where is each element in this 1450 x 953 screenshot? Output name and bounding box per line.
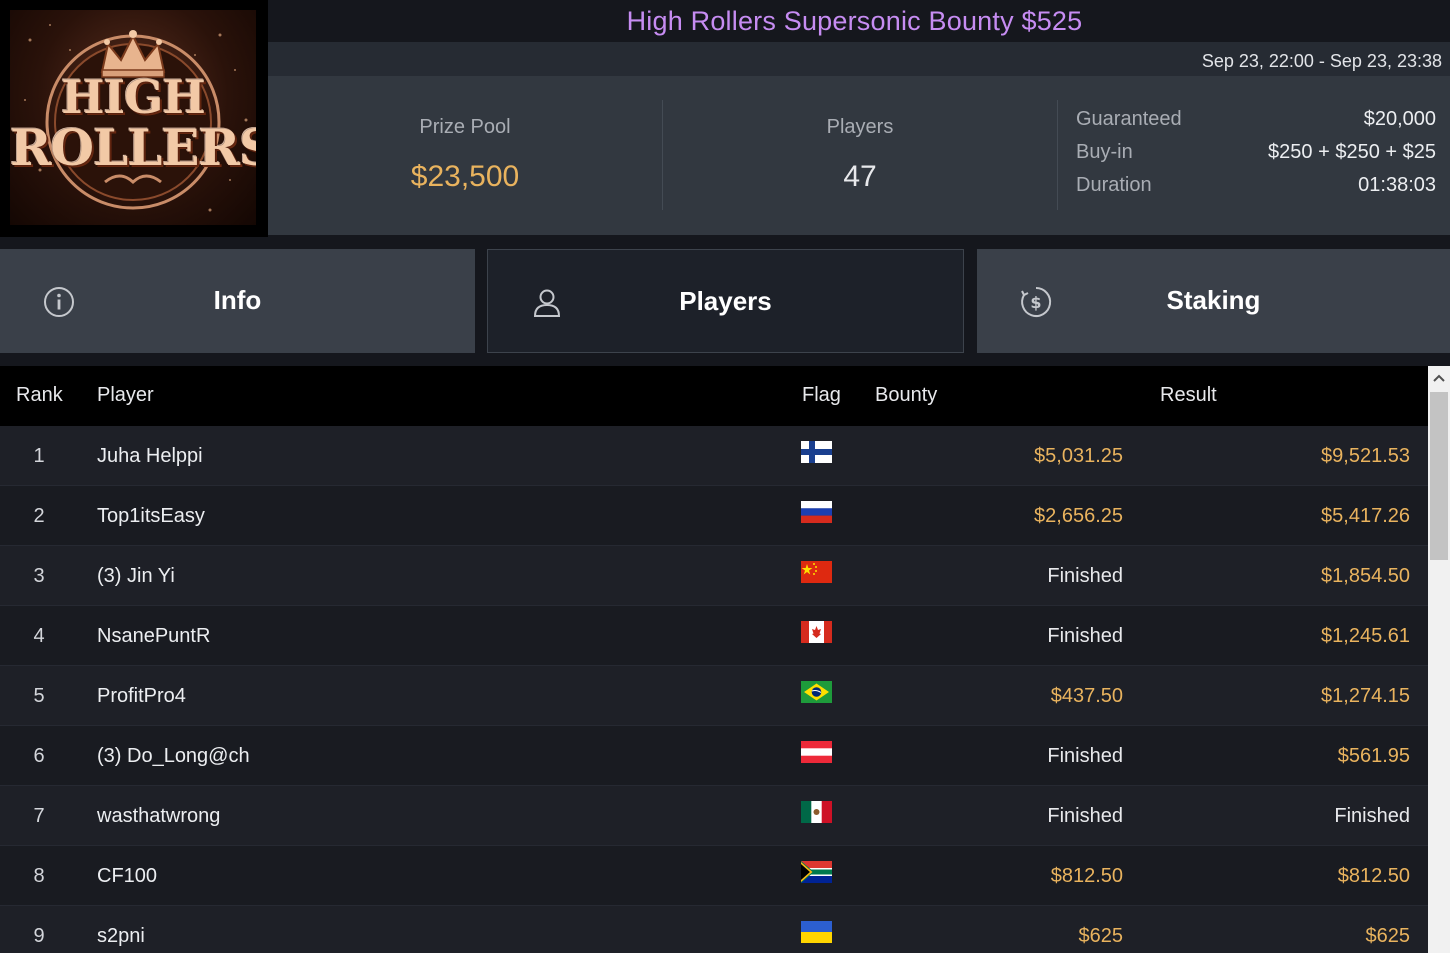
table-row[interactable]: 9 s2pni $625 $625 [0, 906, 1428, 953]
guaranteed-value: $20,000 [1363, 108, 1436, 130]
result-cell: $5,417.26 [1321, 505, 1410, 527]
table-row[interactable]: 4 NsanePuntR Finished $1,245.61 [0, 606, 1428, 666]
bounty-cell: Finished [1047, 565, 1123, 587]
players-count-value: 47 [843, 160, 877, 193]
rank-cell: 1 [33, 445, 45, 467]
stat-divider [1057, 100, 1058, 210]
result-cell: $1,274.15 [1321, 685, 1410, 707]
country-flag-icon [801, 681, 832, 703]
country-flag-icon [801, 921, 832, 943]
table-row[interactable]: 8 CF100 $812.50 $812.50 [0, 846, 1428, 906]
country-flag-icon [801, 621, 832, 643]
result-cell: $561.95 [1337, 745, 1410, 767]
tab-players-label: Players [679, 286, 772, 316]
buy-in-value: $250 + $250 + $25 [1268, 141, 1436, 163]
tournament-details: Guaranteed $20,000 Buy-in $250 + $250 + … [1076, 108, 1436, 207]
chevron-up-icon [1433, 374, 1445, 382]
tab-staking[interactable]: $ Staking [977, 249, 1450, 353]
country-flag-icon [801, 801, 832, 823]
bounty-cell: $2,656.25 [1034, 505, 1123, 527]
table-row[interactable]: 5 ProfitPro4 $437.50 $1,274.15 [0, 666, 1428, 726]
player-name-cell[interactable]: Top1itsEasy [97, 486, 205, 546]
bounty-cell: Finished [1047, 625, 1123, 647]
result-cell: $812.50 [1337, 865, 1410, 887]
column-header-rank[interactable]: Rank [16, 384, 63, 407]
column-header-bounty[interactable]: Bounty [875, 384, 937, 407]
tab-info[interactable]: Info [0, 249, 475, 353]
bounty-cell: $5,031.25 [1034, 445, 1123, 467]
scroll-up-button[interactable] [1428, 366, 1450, 390]
table-header: Rank Player Flag Bounty Result [0, 366, 1428, 426]
rank-cell: 6 [33, 745, 45, 767]
tab-players[interactable]: Players [487, 249, 964, 353]
bounty-cell: $625 [1078, 925, 1124, 947]
table-body: 1 Juha Helppi $5,031.25 $9,521.53 2 Top1itsEa… [0, 426, 1428, 953]
player-name-cell[interactable]: CF100 [97, 846, 157, 906]
title-bar: High Rollers Supersonic Bounty $525 [268, 0, 1450, 42]
rank-cell: 8 [33, 865, 45, 887]
detail-row-guaranteed: Guaranteed $20,000 [1076, 108, 1436, 141]
tournament-logo: HIGH ROLLERS [0, 0, 268, 237]
table-row[interactable]: 6 (3) Do_Long@ch Finished $561.95 [0, 726, 1428, 786]
tab-staking-label: Staking [1166, 285, 1261, 315]
player-name-cell[interactable]: (3) Jin Yi [97, 546, 175, 606]
prize-pool-stat: Prize Pool $23,500 [268, 76, 662, 235]
result-cell: $625 [1365, 925, 1411, 947]
player-name-cell[interactable]: s2pni [97, 906, 145, 953]
players-stat: Players 47 [663, 76, 1057, 235]
duration-label: Duration [1076, 174, 1152, 196]
tournament-stats-panel: Prize Pool $23,500 Players 47 Guaranteed… [268, 76, 1450, 235]
table-row[interactable]: 2 Top1itsEasy $2,656.25 $5,417.26 [0, 486, 1428, 546]
country-flag-icon [801, 501, 832, 523]
country-flag-icon [801, 561, 832, 583]
table-row[interactable]: 3 (3) Jin Yi Finished $1,854.50 [0, 546, 1428, 606]
player-name-cell[interactable]: wasthatwrong [97, 786, 220, 846]
column-header-flag[interactable]: Flag [802, 384, 841, 407]
bounty-cell: $812.50 [1050, 865, 1123, 887]
logo-text-rollers: ROLLERS [10, 118, 256, 177]
result-cell: Finished [1334, 805, 1410, 827]
player-name-cell[interactable]: NsanePuntR [97, 606, 210, 666]
detail-row-buy-in: Buy-in $250 + $250 + $25 [1076, 141, 1436, 174]
rank-cell: 2 [33, 505, 45, 527]
country-flag-icon [801, 441, 832, 463]
scroll-thumb[interactable] [1430, 392, 1448, 560]
result-cell: $1,245.61 [1321, 625, 1410, 647]
player-name-cell[interactable]: Juha Helppi [97, 426, 203, 486]
player-name-cell[interactable]: ProfitPro4 [97, 666, 186, 726]
rank-cell: 7 [33, 805, 45, 827]
tab-bar: Info Players $ Staking [0, 237, 1450, 366]
result-cell: $1,854.50 [1321, 565, 1410, 587]
column-header-result[interactable]: Result [1160, 384, 1217, 407]
column-header-player[interactable]: Player [97, 384, 154, 407]
bounty-cell: Finished [1047, 805, 1123, 827]
table-scrollbar[interactable] [1428, 366, 1450, 953]
logo-text-high: HIGH [61, 70, 206, 124]
country-flag-icon [801, 861, 832, 883]
rank-cell: 4 [33, 625, 45, 647]
tab-info-label: Info [213, 285, 262, 315]
prize-pool-label: Prize Pool [419, 116, 511, 138]
detail-row-duration: Duration 01:38:03 [1076, 174, 1436, 207]
players-table: Rank Player Flag Bounty Result 1 Juha Hel… [0, 366, 1428, 953]
country-flag-icon [801, 741, 832, 763]
bounty-cell: $437.50 [1050, 685, 1123, 707]
player-name-cell[interactable]: (3) Do_Long@ch [97, 726, 250, 786]
result-cell: $9,521.53 [1321, 445, 1410, 467]
table-row[interactable]: 7 wasthatwrong Finished Finished [0, 786, 1428, 846]
prize-pool-value: $23,500 [410, 160, 520, 193]
buy-in-label: Buy-in [1076, 141, 1133, 163]
tournament-title: High Rollers Supersonic Bounty $525 [626, 5, 1083, 36]
table-row[interactable]: 1 Juha Helppi $5,031.25 $9,521.53 [0, 426, 1428, 486]
guaranteed-label: Guaranteed [1076, 108, 1182, 130]
rank-cell: 5 [33, 685, 45, 707]
players-count-label: Players [826, 116, 894, 138]
logo-badge: HIGH ROLLERS [10, 10, 256, 225]
rank-cell: 9 [33, 925, 45, 947]
duration-value: 01:38:03 [1358, 174, 1436, 196]
date-range: Sep 23, 22:00 - Sep 23, 23:38 [268, 42, 1450, 76]
bounty-cell: Finished [1047, 745, 1123, 767]
rank-cell: 3 [33, 565, 45, 587]
